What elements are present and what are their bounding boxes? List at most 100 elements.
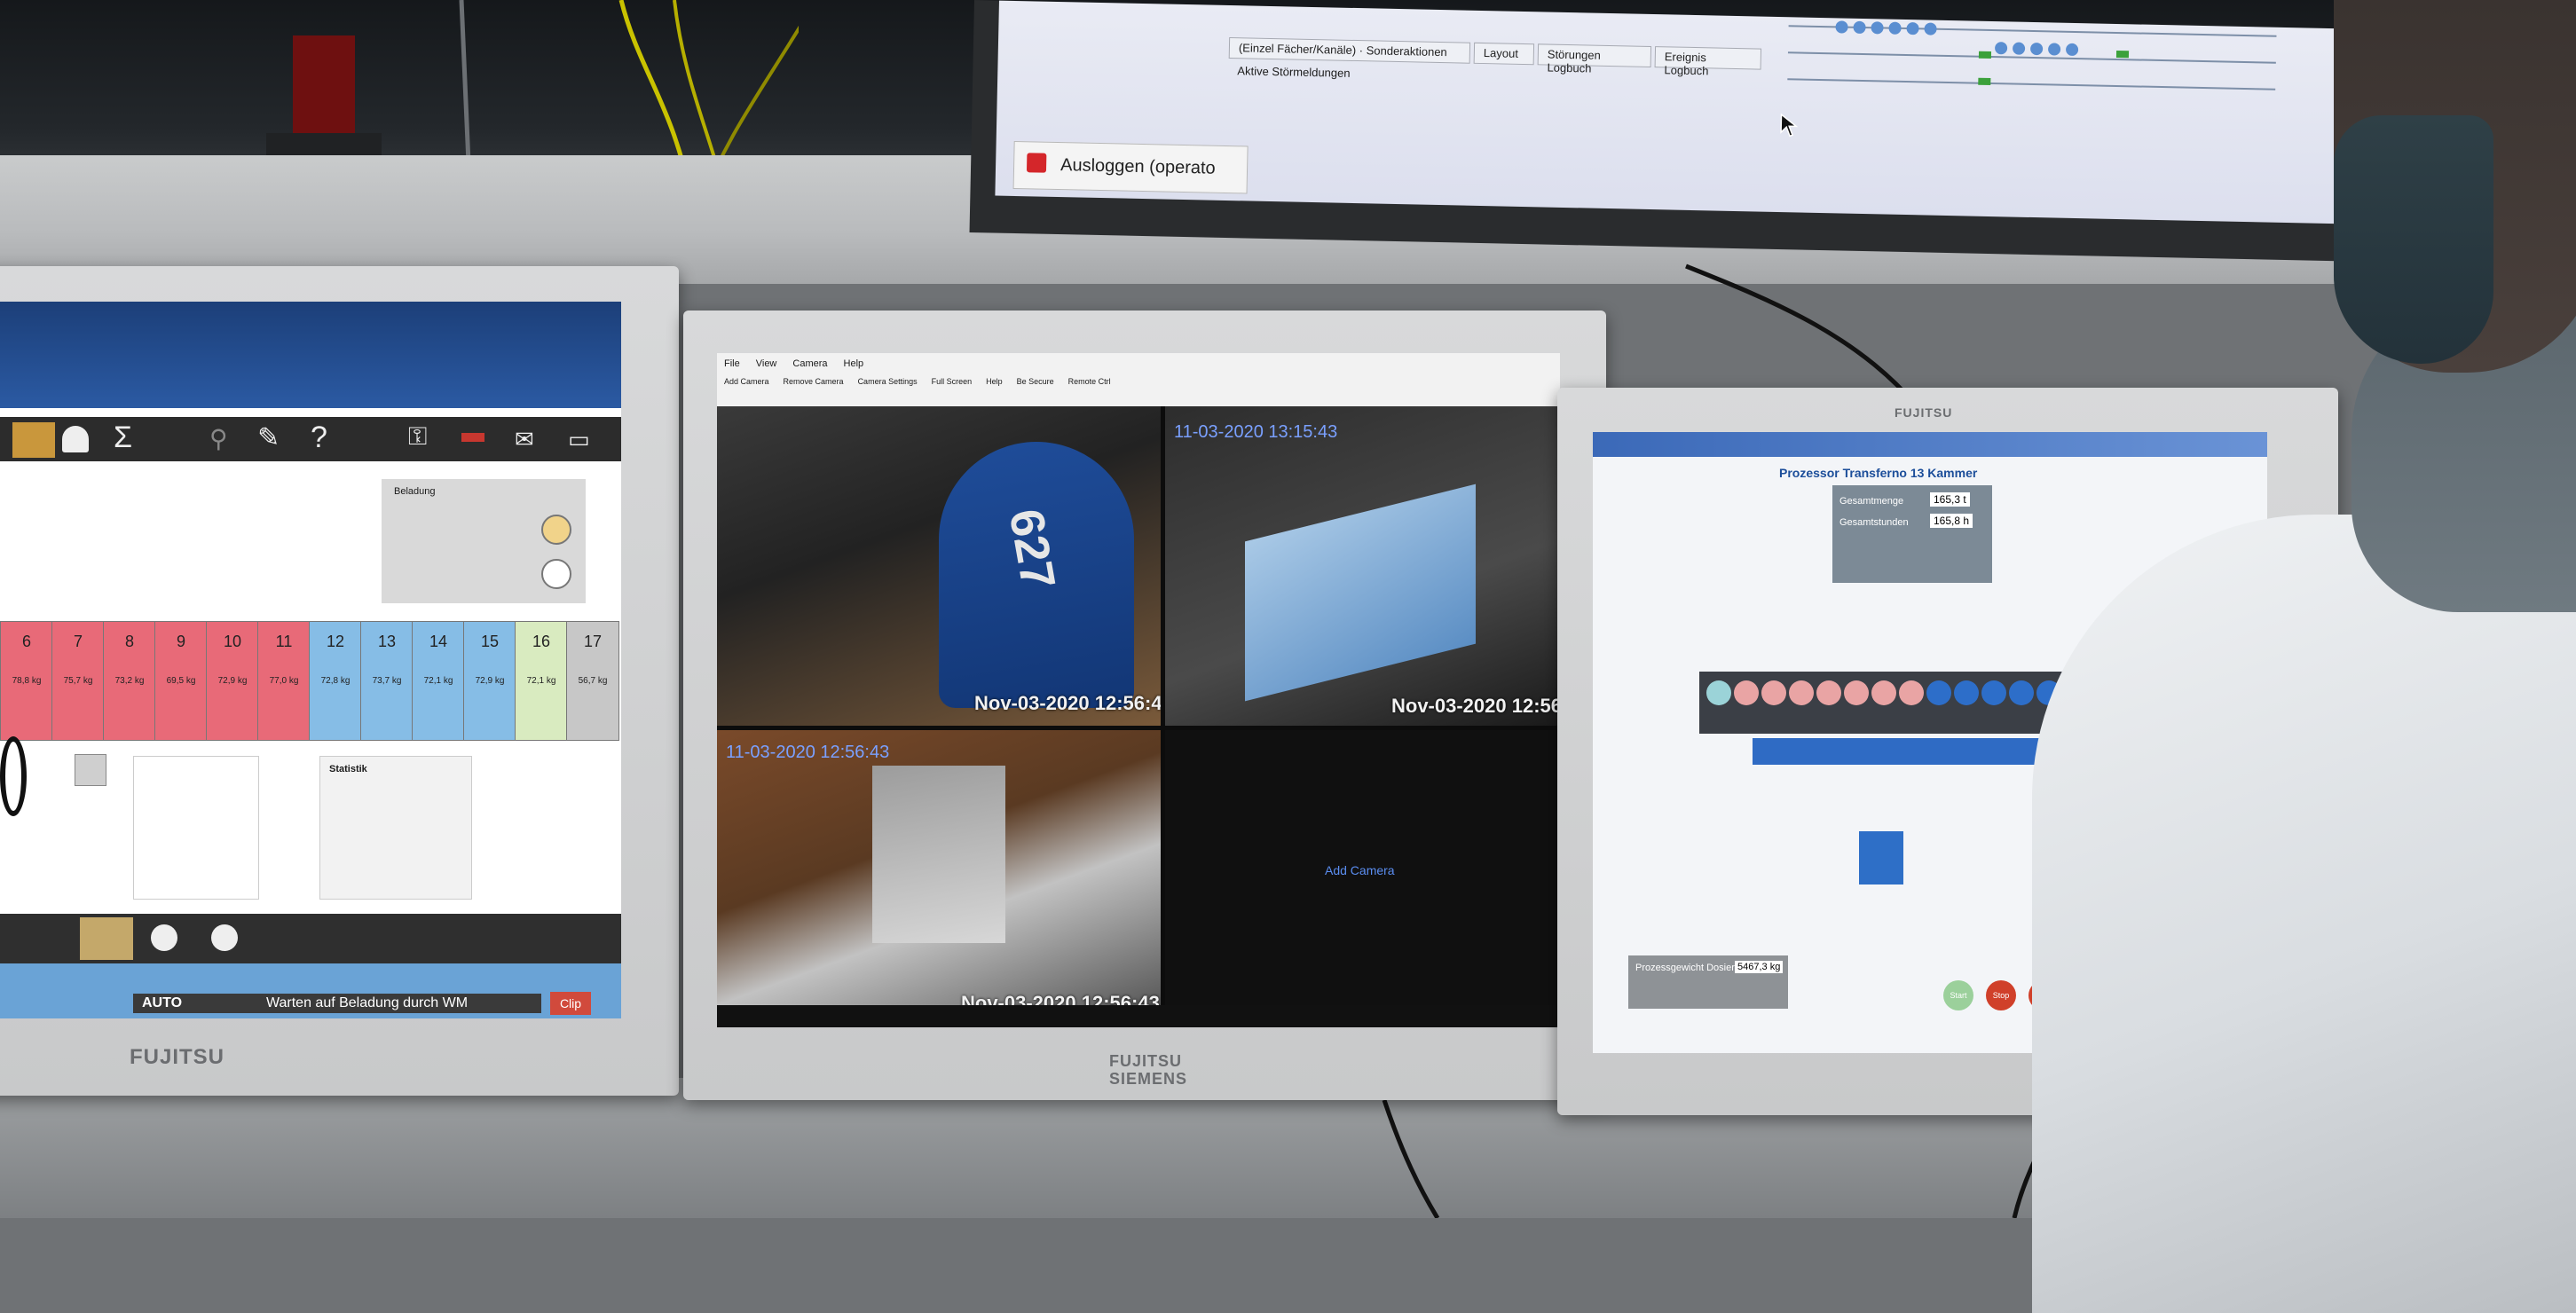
compartment-band — [1753, 738, 2072, 765]
cam2-timestamp: Nov-03-2020 12:56:4 — [1391, 695, 1560, 717]
compartment[interactable]: 13 73,7 kg — [360, 621, 414, 741]
terminal-icon[interactable]: ▭ — [568, 426, 590, 453]
toolbar-button[interactable]: Remove Camera — [784, 377, 844, 386]
compartment-number: 7 — [73, 633, 83, 650]
summary-label: Prozessgewicht Dosiert — [1635, 963, 1737, 973]
active-alarms-label: Aktive Störmeldungen — [1237, 64, 1351, 80]
compartment[interactable]: 9 69,5 kg — [154, 621, 208, 741]
viewer-toolbar: File View Camera Help Add Camera Remove Came… — [717, 353, 1560, 406]
compartment[interactable]: 14 72,1 kg — [412, 621, 465, 741]
tab-einzel-faecher[interactable]: (Einzel Fächer/Kanäle) · Sonderaktionen — [1228, 37, 1471, 64]
readout-panel: Gesamtmenge 165,3 t Gesamtstunden 165,8 … — [1832, 485, 1992, 583]
clip-button[interactable]: Clip — [550, 992, 591, 1015]
compartment-weight: 72,1 kg — [423, 676, 453, 686]
toolbar-button[interactable]: Help — [986, 377, 1003, 386]
compartment[interactable]: 10 72,9 kg — [206, 621, 259, 741]
droplet-button[interactable] — [75, 754, 106, 786]
add-camera-link[interactable]: Add Camera — [1325, 863, 1395, 877]
control-button[interactable]: Start — [1943, 980, 1973, 1010]
tab-ereignis-logbuch[interactable]: Ereignis Logbuch — [1654, 46, 1762, 77]
compartment[interactable]: 7 75,7 kg — [51, 621, 105, 741]
search-icon[interactable]: ⚲ — [209, 424, 228, 453]
compartment-weight: 75,7 kg — [63, 676, 93, 686]
compartment[interactable]: 8 73,2 kg — [103, 621, 156, 741]
clock-icon — [541, 559, 571, 589]
toolbar-button[interactable]: Be Secure — [1017, 377, 1054, 386]
dosing-unit — [1859, 831, 1903, 885]
compartment[interactable]: 12 72,8 kg — [309, 621, 362, 741]
title-bar — [1593, 432, 2267, 457]
mode-label: AUTO — [142, 995, 183, 1010]
stop-icon[interactable] — [151, 924, 177, 951]
compartment[interactable]: 16 72,1 kg — [515, 621, 568, 741]
toolbar-button[interactable]: Remote Ctrl — [1068, 377, 1111, 386]
brand-logo-secondary: SIEMENS — [1109, 1070, 1188, 1088]
menu-item-view[interactable]: View — [756, 358, 777, 369]
control-button[interactable]: Stop — [1986, 980, 2016, 1010]
info-panel — [133, 756, 259, 900]
toolbar-button[interactable]: Full Screen — [932, 377, 973, 386]
compartment-weight: 56,7 kg — [578, 676, 608, 686]
compartment-number: 17 — [583, 633, 603, 650]
tab-stoerungen-logbuch[interactable]: Störungen Logbuch — [1537, 43, 1652, 75]
compartment[interactable]: 15 72,9 kg — [463, 621, 516, 741]
camera-feed-1[interactable]: 627 Nov-03-2020 12:56:4 — [717, 406, 1161, 726]
drum-icon — [1706, 680, 1731, 705]
compartment[interactable]: 11 77,0 kg — [257, 621, 311, 741]
wrench-icon[interactable]: ✎ — [257, 422, 280, 453]
help-icon[interactable]: ? — [311, 421, 327, 455]
toolbar-button[interactable]: Add Camera — [724, 377, 769, 386]
status-area: AUTO Warten auf Beladung durch WM Clip — [0, 963, 621, 1018]
menu-item-help[interactable]: Help — [844, 358, 864, 369]
camera-feed-2[interactable]: 11-03-2020 13:15:43 Nov-03-2020 12:56:4 — [1165, 406, 1560, 726]
bag-number: 627 — [998, 505, 1066, 594]
drum-icon — [1816, 680, 1841, 705]
cam1-timestamp: Nov-03-2020 12:56:4 — [974, 692, 1161, 714]
tab-layout[interactable]: Layout — [1473, 42, 1535, 66]
monitor-left: Σ ⚲ ✎ ? ⚿ ✉ ▭ Beladung 6 78,8 kg 7 75,7 kg 8… — [0, 266, 679, 1096]
chute — [872, 766, 1005, 943]
camera-feed-3[interactable]: 11-03-2020 12:56:43 Nov-03-2020 12:56:43 — [717, 730, 1161, 1027]
alarm-icon[interactable] — [461, 433, 484, 442]
drum-icon — [1844, 680, 1869, 705]
compartment-weight: 72,9 kg — [475, 676, 505, 686]
compartment-weight: 78,8 kg — [12, 676, 42, 686]
readout-value: 165,8 h — [1930, 514, 1973, 528]
drum-icon — [1926, 680, 1951, 705]
compartment-weight: 72,1 kg — [526, 676, 556, 686]
mouse-cursor-icon — [1780, 113, 1799, 138]
droplet-icon[interactable] — [62, 426, 89, 452]
menu-item-file[interactable]: File — [724, 358, 740, 369]
compartment-weight: 69,5 kg — [166, 676, 196, 686]
toolbar-button[interactable]: Camera Settings — [858, 377, 918, 386]
drum-icon — [1981, 680, 2006, 705]
hmi-screen-top: (Einzel Fächer/Kanäle) · Sonderaktionen … — [995, 0, 2366, 224]
logout-button[interactable]: Ausloggen (operato — [1012, 140, 1249, 194]
drum-icon — [1871, 680, 1896, 705]
person-lab-coat — [2032, 515, 2576, 1313]
compartment[interactable]: 17 56,7 kg — [566, 621, 619, 741]
compartment-number: 15 — [480, 633, 500, 650]
logout-label: Ausloggen (operato — [1060, 155, 1216, 178]
title-bar — [0, 302, 621, 408]
brand-logo: FUJITSU — [1895, 405, 1953, 420]
camera-feed-4-empty[interactable]: Add Camera — [1165, 730, 1560, 1005]
toolbar-start-button[interactable] — [12, 422, 55, 458]
login-icon[interactable]: ⚿ — [408, 422, 427, 452]
compartment[interactable]: 6 78,8 kg — [0, 621, 53, 741]
settings-icon[interactable] — [211, 924, 238, 951]
monitor-top: (Einzel Fächer/Kanäle) · Sonderaktionen … — [969, 0, 2394, 263]
mail-icon[interactable]: ✉ — [515, 426, 534, 453]
brand-logo: FUJITSU — [1109, 1052, 1183, 1070]
summary-panel: Prozessgewicht Dosiert 5467,3 kg — [1628, 955, 1788, 1009]
menu-item-camera[interactable]: Camera — [792, 358, 827, 369]
person-face-mask — [2334, 115, 2493, 364]
compartment-number: 14 — [429, 633, 448, 650]
drum-icon — [1734, 680, 1759, 705]
mode-button[interactable] — [80, 917, 133, 960]
sigma-icon[interactable]: Σ — [114, 421, 132, 455]
readout-label: Gesamtmenge — [1839, 496, 1904, 507]
compartment-number: 13 — [377, 633, 397, 650]
compartment-weight: 72,9 kg — [217, 676, 248, 686]
loading-panel: Beladung — [382, 479, 586, 603]
